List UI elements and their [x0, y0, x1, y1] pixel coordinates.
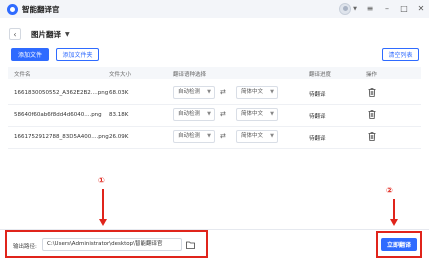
file-name: 1661830050552_A362E2B2....png: [14, 90, 109, 96]
column-header-language: 翻译语种选择: [173, 72, 207, 78]
translation-status: 待翻译: [309, 114, 326, 120]
add-file-button[interactable]: 添加文件: [11, 48, 49, 61]
annotation-marker-1: ①: [98, 176, 105, 185]
chevron-down-icon: ▼: [270, 133, 274, 139]
source-language-select[interactable]: 自动检测 ▼: [173, 108, 215, 121]
menu-icon[interactable]: ≡: [366, 4, 374, 14]
column-header-actions: 操作: [366, 72, 378, 78]
trash-icon[interactable]: [368, 132, 376, 141]
file-size: 83.18K: [109, 112, 129, 118]
chevron-down-icon: ▼: [270, 89, 274, 95]
file-size: 26.09K: [109, 134, 129, 140]
swap-languages-icon[interactable]: ⇄: [220, 132, 226, 140]
clear-list-button[interactable]: 清空列表: [382, 48, 419, 61]
chevron-down-icon: ▼: [207, 89, 211, 95]
title-bar: 智能翻译官 ▼ ≡ – □ ✕: [0, 0, 429, 18]
table-row: 1661830050552_A362E2B2....png 68.03K 自动检…: [8, 83, 421, 103]
app-logo-icon: [7, 3, 18, 15]
file-name: 1661752912788_83D5A400....png: [14, 134, 109, 140]
table-header: 文件名 文件大小 翻译语种选择 翻译进度 操作: [8, 67, 421, 79]
file-size: 68.03K: [109, 90, 129, 96]
minimize-icon[interactable]: –: [383, 4, 391, 14]
target-language-select[interactable]: 简体中文 ▼: [236, 86, 278, 99]
trash-icon[interactable]: [368, 88, 376, 97]
source-language-select[interactable]: 自动检测 ▼: [173, 86, 215, 99]
chevron-down-icon: ▼: [207, 133, 211, 139]
close-icon[interactable]: ✕: [417, 4, 425, 14]
swap-languages-icon[interactable]: ⇄: [220, 88, 226, 96]
user-avatar-icon[interactable]: [339, 3, 352, 15]
file-name: 58640f60ab6f8dd4d6040....png: [14, 112, 102, 118]
annotation-marker-2: ②: [386, 186, 393, 195]
chevron-down-icon[interactable]: ▼: [353, 6, 357, 12]
target-language-select[interactable]: 简体中文 ▼: [236, 130, 278, 143]
page-title[interactable]: 图片翻译: [31, 29, 61, 40]
column-header-filesize: 文件大小: [109, 72, 132, 78]
annotation-arrowhead-1: [99, 219, 107, 226]
maximize-icon[interactable]: □: [400, 4, 408, 14]
column-header-filename: 文件名: [14, 72, 31, 78]
add-folder-button[interactable]: 添加文件夹: [56, 48, 99, 61]
translation-status: 待翻译: [309, 92, 326, 98]
column-header-progress: 翻译进度: [309, 72, 332, 78]
row-divider: [8, 148, 421, 149]
page-header: ‹ 图片翻译 ▼: [6, 24, 423, 44]
app-title: 智能翻译官: [22, 4, 60, 14]
chevron-down-icon: ▼: [270, 111, 274, 117]
annotation-arrowhead-2: [390, 219, 398, 226]
table-row: 1661752912788_83D5A400....png 26.09K 自动检…: [8, 127, 421, 147]
trash-icon[interactable]: [368, 110, 376, 119]
chevron-down-icon: ▼: [207, 111, 211, 117]
translation-status: 待翻译: [309, 136, 326, 142]
annotation-box-translate-button: [376, 231, 422, 258]
chevron-down-icon[interactable]: ▼: [65, 31, 70, 38]
source-language-select[interactable]: 自动检测 ▼: [173, 130, 215, 143]
annotation-arrow-1: [102, 189, 104, 220]
target-language-select[interactable]: 简体中文 ▼: [236, 108, 278, 121]
table-row: 58640f60ab6f8dd4d6040....png 83.18K 自动检测…: [8, 105, 421, 125]
annotation-box-output-path: [5, 230, 208, 258]
annotation-arrow-2: [393, 199, 395, 220]
back-button[interactable]: ‹: [9, 28, 21, 40]
swap-languages-icon[interactable]: ⇄: [220, 110, 226, 118]
chevron-left-icon: ‹: [13, 29, 17, 39]
